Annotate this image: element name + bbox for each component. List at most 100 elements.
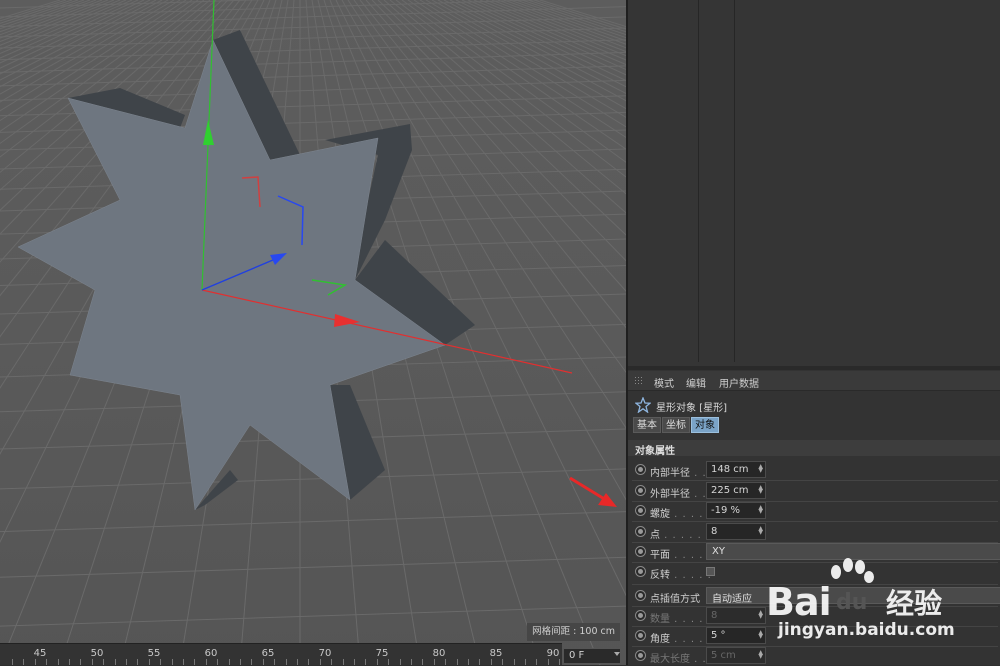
timeline-tick-mark (23, 659, 25, 665)
points-field[interactable]: 8 ▲ ▼ (706, 523, 766, 540)
spinner-icon[interactable]: ▲ ▼ (758, 630, 763, 640)
animate-radio-icon[interactable] (635, 485, 646, 496)
animate-radio-icon[interactable] (635, 650, 646, 661)
param-label: 内部半径 (650, 468, 690, 479)
timeline-tick-mark (251, 659, 253, 665)
timeline-tick-label: 55 (147, 648, 161, 659)
timeline-tick-label: 45 (33, 648, 47, 659)
field-value: -19 % (711, 505, 741, 516)
timeline-tick-mark (468, 659, 469, 665)
plane-dropdown[interactable]: XY (706, 543, 1000, 560)
grip-icon[interactable] (634, 376, 644, 386)
tab-basic[interactable]: 基本 (633, 417, 661, 433)
timeline-tick-mark (12, 659, 13, 665)
timeline-tick-mark (319, 659, 321, 665)
timeline-tick-mark (228, 659, 230, 665)
attribute-title: 星形对象 [星形] (628, 395, 1000, 415)
param-outer-radius: 外部半径 . . 225 cm ▲ ▼ (628, 481, 1000, 501)
menu-user-data[interactable]: 用户数据 (719, 375, 759, 390)
param-label: 外部半径 (650, 489, 690, 500)
field-value: 5 cm (711, 650, 736, 661)
timeline-tick-mark (525, 659, 526, 665)
timeline-tick-mark (103, 659, 105, 665)
timeline-tick-mark (354, 659, 355, 665)
timeline-ruler[interactable]: 45 50 55 60 65 70 75 80 85 90 (0, 643, 562, 665)
timeline-tick-label: 60 (204, 648, 218, 659)
timeline-tick-mark (502, 659, 504, 665)
param-points: 点 . . . . . . . . 8 ▲ ▼ (628, 522, 1000, 542)
timeline-tick-mark (57, 659, 59, 665)
current-frame-field[interactable]: 0 F (563, 648, 621, 664)
timeline-tick-mark (308, 659, 310, 665)
right-panel: 模式 编辑 用户数据 星形对象 [星形] 基本 坐标 对象 对象属性 内部半径 . … (626, 0, 1000, 665)
section-object-properties: 对象属性 (628, 440, 1000, 457)
interpolation-dropdown[interactable]: 自动适应 (706, 587, 1000, 605)
outer-radius-field[interactable]: 225 cm ▲ ▼ (706, 482, 766, 499)
field-value: 8 (711, 526, 718, 537)
tab-coord[interactable]: 坐标 (662, 417, 690, 433)
spinner-icon[interactable]: ▲ ▼ (758, 485, 763, 495)
twist-field[interactable]: -19 % ▲ ▼ (706, 502, 766, 519)
timeline-tick-mark (513, 659, 515, 665)
timeline-tick-label: 90 (546, 648, 560, 659)
animate-radio-icon[interactable] (635, 464, 646, 475)
animate-radio-icon[interactable] (635, 546, 646, 557)
viewport-scene[interactable] (0, 0, 626, 665)
param-label: 点插值方式 (650, 594, 700, 605)
animate-radio-icon[interactable] (635, 526, 646, 537)
label-dots: . . (690, 489, 707, 500)
frame-dropdown-icon[interactable] (614, 652, 620, 656)
animate-radio-icon[interactable] (635, 610, 646, 621)
timeline-tick-mark (126, 659, 127, 665)
animate-radio-icon[interactable] (635, 566, 646, 577)
inner-radius-field[interactable]: 148 cm ▲ ▼ (706, 461, 766, 478)
animate-radio-icon[interactable] (635, 630, 646, 641)
label-dots: . . (690, 468, 707, 479)
om-column-divider (734, 0, 735, 362)
animate-radio-icon[interactable] (635, 505, 646, 516)
timeline-tick-mark (217, 659, 219, 665)
timeline-tick-mark (547, 659, 549, 665)
param-label: 点 (650, 530, 660, 541)
3d-viewport[interactable]: 网格间距 : 100 cm (0, 0, 626, 665)
field-value: 225 cm (711, 485, 749, 496)
panel-divider[interactable] (628, 366, 1000, 370)
timeline-tick-label: 65 (261, 648, 275, 659)
timeline-tick-mark (399, 659, 401, 665)
timeline-tick-mark (422, 659, 424, 665)
menu-edit[interactable]: 编辑 (686, 375, 706, 390)
angle-field[interactable]: 5 ° ▲ ▼ (706, 627, 766, 644)
om-column-divider (698, 0, 699, 362)
timeline-tick-mark (331, 659, 333, 665)
timeline-tick-mark (376, 659, 378, 665)
timeline-tick-mark (297, 659, 298, 665)
tab-object[interactable]: 对象 (691, 417, 719, 433)
spinner-icon[interactable]: ▲ ▼ (758, 650, 763, 660)
attribute-menubar: 模式 编辑 用户数据 (628, 371, 1000, 391)
object-title: 星形对象 [星形] (656, 403, 727, 414)
timeline-tick-mark (445, 659, 447, 665)
animate-radio-icon[interactable] (635, 590, 646, 601)
spinner-icon[interactable]: ▲ ▼ (758, 464, 763, 474)
spinner-icon[interactable]: ▲ ▼ (758, 526, 763, 536)
timeline-tick-mark (274, 659, 276, 665)
timeline-tick-mark (148, 659, 150, 665)
count-field[interactable]: 8 ▲ ▼ (706, 607, 766, 624)
param-plane: 平面 . . . . . XY (628, 542, 1000, 562)
timeline-tick-mark (160, 659, 162, 665)
object-manager[interactable] (628, 0, 1000, 368)
param-label: 数量 (650, 614, 670, 625)
reverse-checkbox[interactable] (706, 567, 715, 576)
param-inner-radius: 内部半径 . . 148 cm ▲ ▼ (628, 460, 1000, 480)
param-label: 平面 (650, 550, 670, 561)
menu-mode[interactable]: 模式 (654, 375, 674, 390)
spinner-icon[interactable]: ▲ ▼ (758, 610, 763, 620)
max-length-field[interactable]: 5 cm ▲ ▼ (706, 647, 766, 664)
timeline-tick-mark (46, 659, 48, 665)
param-label: 反转 (650, 570, 670, 581)
timeline-tick-mark (411, 659, 412, 665)
timeline-tick-mark (433, 659, 435, 665)
spinner-icon[interactable]: ▲ ▼ (758, 505, 763, 515)
row-separator (632, 584, 998, 585)
timeline-tick-mark (479, 659, 481, 665)
